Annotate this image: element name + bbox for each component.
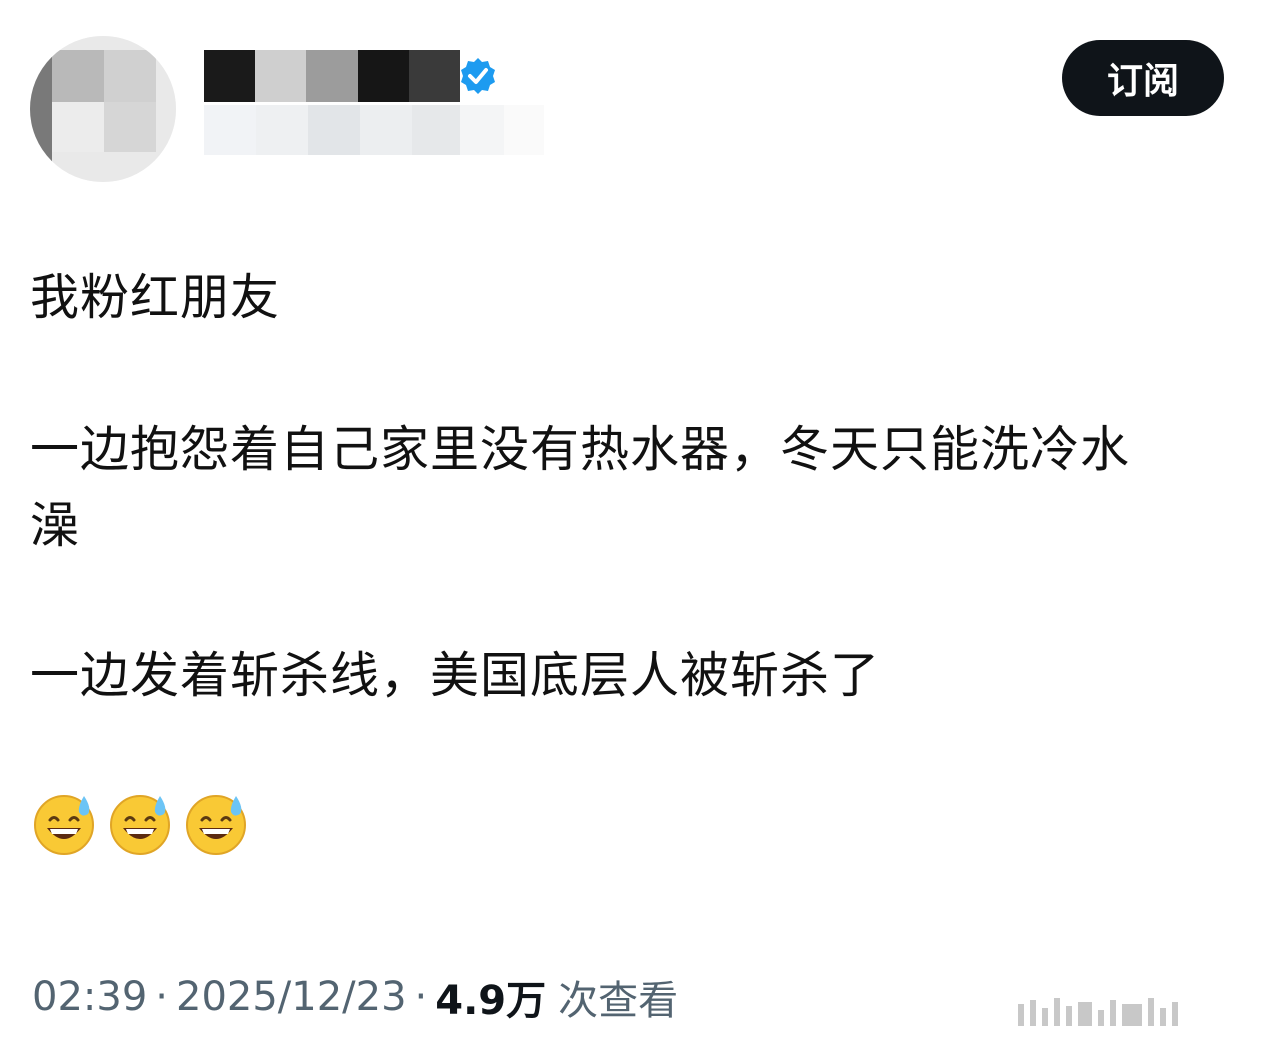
verified-badge-icon xyxy=(458,56,498,96)
display-name-redacted[interactable] xyxy=(204,50,461,102)
grinning-sweat-icon xyxy=(34,795,94,855)
grinning-sweat-icon xyxy=(110,795,170,855)
watermark-bars xyxy=(1018,996,1254,1026)
meta-separator: · xyxy=(155,974,168,1020)
post-text-line-1: 我粉红朋友 xyxy=(30,269,281,326)
avatar[interactable] xyxy=(30,36,176,182)
emoji-row xyxy=(32,792,248,856)
subscribe-button[interactable]: 订阅 xyxy=(1062,40,1224,116)
post-date[interactable]: 2025/12/23 xyxy=(176,974,407,1020)
post-text-line-3: 一边发着斩杀线，美国底层人被斩杀了 xyxy=(30,647,881,704)
post-text-line-2-continued: 澡 xyxy=(30,497,81,554)
grinning-sweat-icon xyxy=(186,795,246,855)
post-time[interactable]: 02:39 xyxy=(32,974,147,1020)
meta-separator: · xyxy=(414,974,428,1020)
view-count: 4.9万 xyxy=(435,978,547,1024)
post-text-line-2: 一边抱怨着自己家里没有热水器，冬天只能洗冷水 xyxy=(30,421,1131,478)
username-handle-redacted[interactable] xyxy=(204,104,564,156)
view-count-label: 次查看 xyxy=(558,978,679,1024)
post-meta: 02:39 · 2025/12/23 · 4.9万 次查看 xyxy=(32,968,678,1026)
